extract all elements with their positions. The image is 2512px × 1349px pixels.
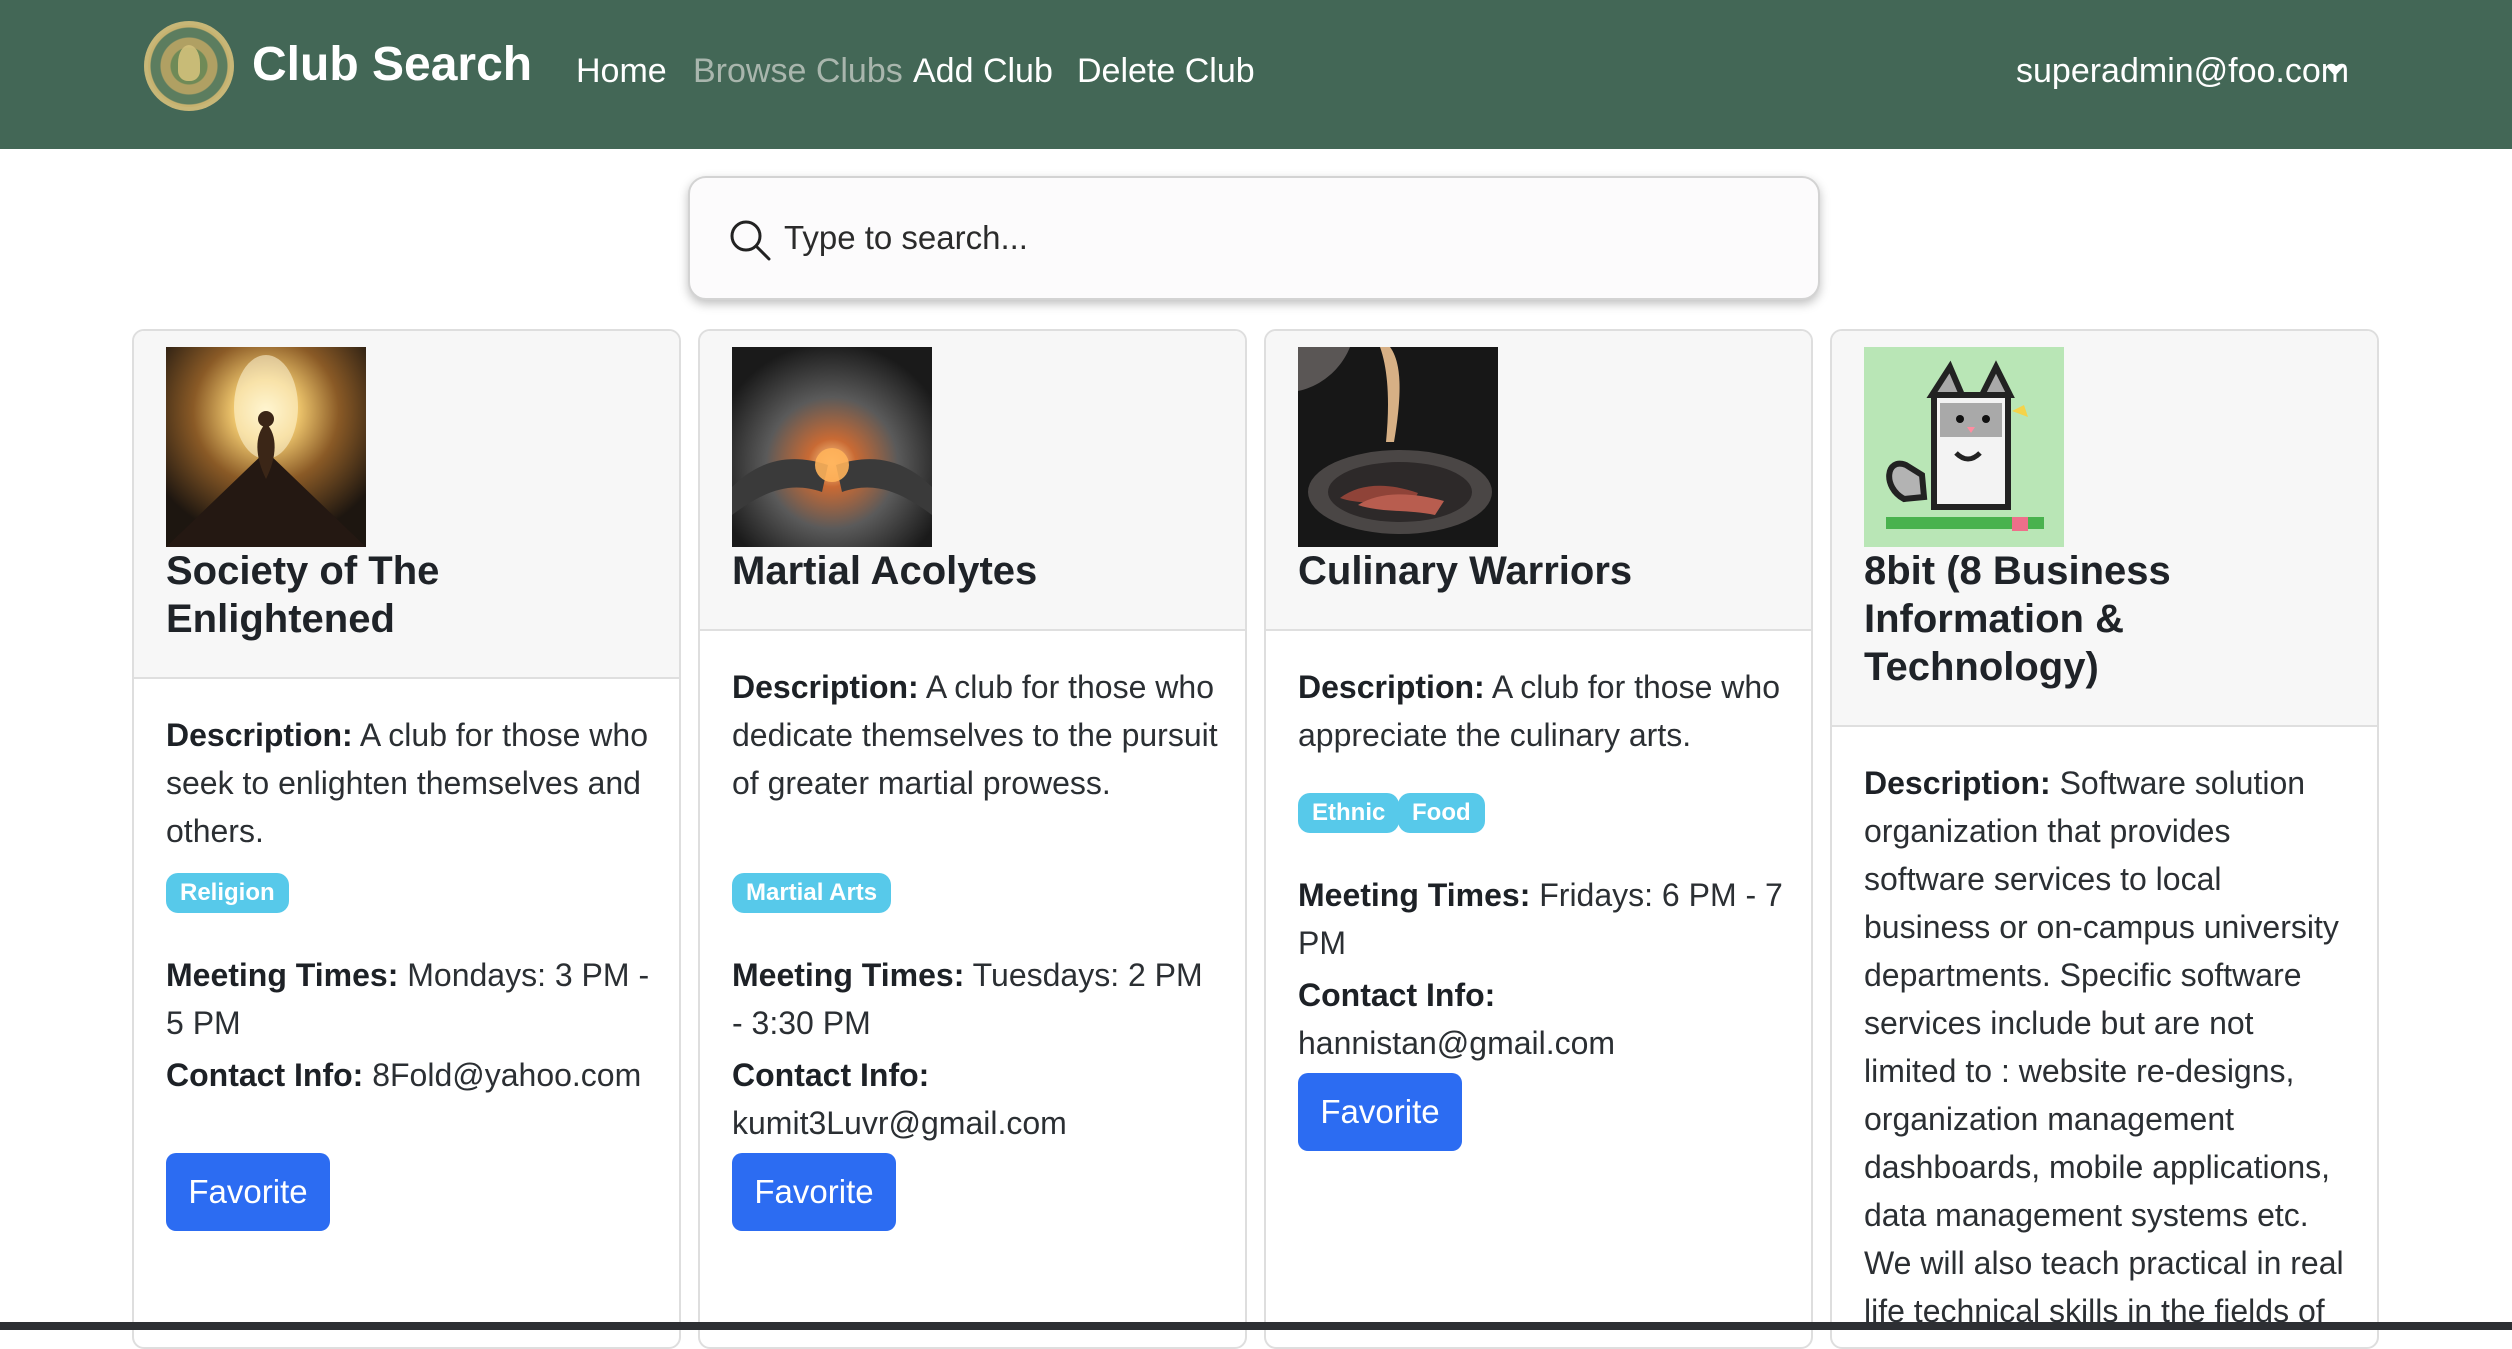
club-description: Description: A club for those who dedica… <box>732 663 1218 807</box>
search-input[interactable] <box>782 206 1766 270</box>
club-title: Culinary Warriors <box>1298 549 1633 593</box>
top-navbar: Club Search Home Browse Clubs Add Club D… <box>0 0 2512 149</box>
contact-info: Contact Info: 8Fold@yahoo.com <box>166 1051 652 1099</box>
description-label: Description: <box>1298 669 1485 705</box>
club-card-header: 8bit (8 Business Information & Technolog… <box>1832 331 2377 727</box>
meeting-label: Meeting Times: <box>732 957 965 993</box>
club-image <box>1298 347 1498 547</box>
club-image <box>166 347 366 547</box>
meeting-times: Meeting Times: Mondays: 3 PM - 5 PM <box>166 951 652 1047</box>
tag-badge: Martial Arts <box>732 873 892 913</box>
bottom-window-edge <box>0 1322 2512 1330</box>
club-image <box>732 347 932 547</box>
contact-label: Contact Info: <box>732 1057 930 1093</box>
club-card: 8bit (8 Business Information & Technolog… <box>1830 329 2379 1349</box>
contact-info: Contact Info: hannistan@gmail.com <box>1298 971 1784 1067</box>
club-card: Society of The Enlightened Description: … <box>132 329 681 1349</box>
contact-label: Contact Info: <box>166 1057 364 1093</box>
favorite-button[interactable]: Favorite <box>1298 1073 1462 1151</box>
search-box[interactable] <box>688 176 1820 300</box>
nav-browse-clubs-link[interactable]: Browse Clubs <box>693 48 903 94</box>
club-description: Description: A club for those who seek t… <box>166 711 652 855</box>
meeting-label: Meeting Times: <box>1298 877 1531 913</box>
brand-title[interactable]: Club Search <box>252 32 532 98</box>
club-card-header: Society of The Enlightened <box>134 331 679 679</box>
nav-delete-club-link[interactable]: Delete Club <box>1077 48 1255 94</box>
club-card-header: Culinary Warriors <box>1266 331 1811 631</box>
tag-badge: Ethnic <box>1298 793 1400 833</box>
meeting-times: Meeting Times: Tuesdays: 2 PM - 3:30 PM <box>732 951 1218 1047</box>
user-menu-label[interactable]: superadmin@foo.com <box>2016 48 2356 94</box>
meeting-times: Meeting Times: Fridays: 6 PM - 7 PM <box>1298 871 1784 967</box>
contact-info: Contact Info: kumit3Luvr@gmail.com <box>732 1051 1218 1147</box>
favorite-button[interactable]: Favorite <box>732 1153 896 1231</box>
club-title: Society of The Enlightened <box>166 549 440 641</box>
club-title: Martial Acolytes <box>732 549 1038 593</box>
description-label: Description: <box>1864 765 2051 801</box>
contact-text: hannistan@gmail.com <box>1298 1025 1616 1061</box>
club-card-header: Martial Acolytes <box>700 331 1245 631</box>
club-image <box>1864 347 2064 547</box>
search-icon <box>730 220 771 261</box>
club-card: Culinary Warriors Description: A club fo… <box>1264 329 1813 1349</box>
tag-badge: Religion <box>166 873 289 913</box>
chevron-down-icon[interactable] <box>2326 66 2344 76</box>
club-description: Description: Software solution organizat… <box>1864 759 2350 1335</box>
description-label: Description: <box>732 669 919 705</box>
club-title: 8bit (8 Business Information & Technolog… <box>1864 549 2171 689</box>
description-label: Description: <box>166 717 353 753</box>
university-seal-logo[interactable] <box>144 21 234 111</box>
contact-text: 8Fold@yahoo.com <box>372 1057 642 1093</box>
nav-add-club-link[interactable]: Add Club <box>913 48 1053 94</box>
club-card: Martial Acolytes Description: A club for… <box>698 329 1247 1349</box>
nav-home-link[interactable]: Home <box>576 48 667 94</box>
club-description: Description: A club for those who apprec… <box>1298 663 1784 759</box>
contact-text: kumit3Luvr@gmail.com <box>732 1105 1067 1141</box>
description-text: Software solution organization that prov… <box>1864 765 2344 1329</box>
favorite-button[interactable]: Favorite <box>166 1153 330 1231</box>
contact-label: Contact Info: <box>1298 977 1496 1013</box>
tag-badge: Food <box>1398 793 1485 833</box>
meeting-label: Meeting Times: <box>166 957 399 993</box>
